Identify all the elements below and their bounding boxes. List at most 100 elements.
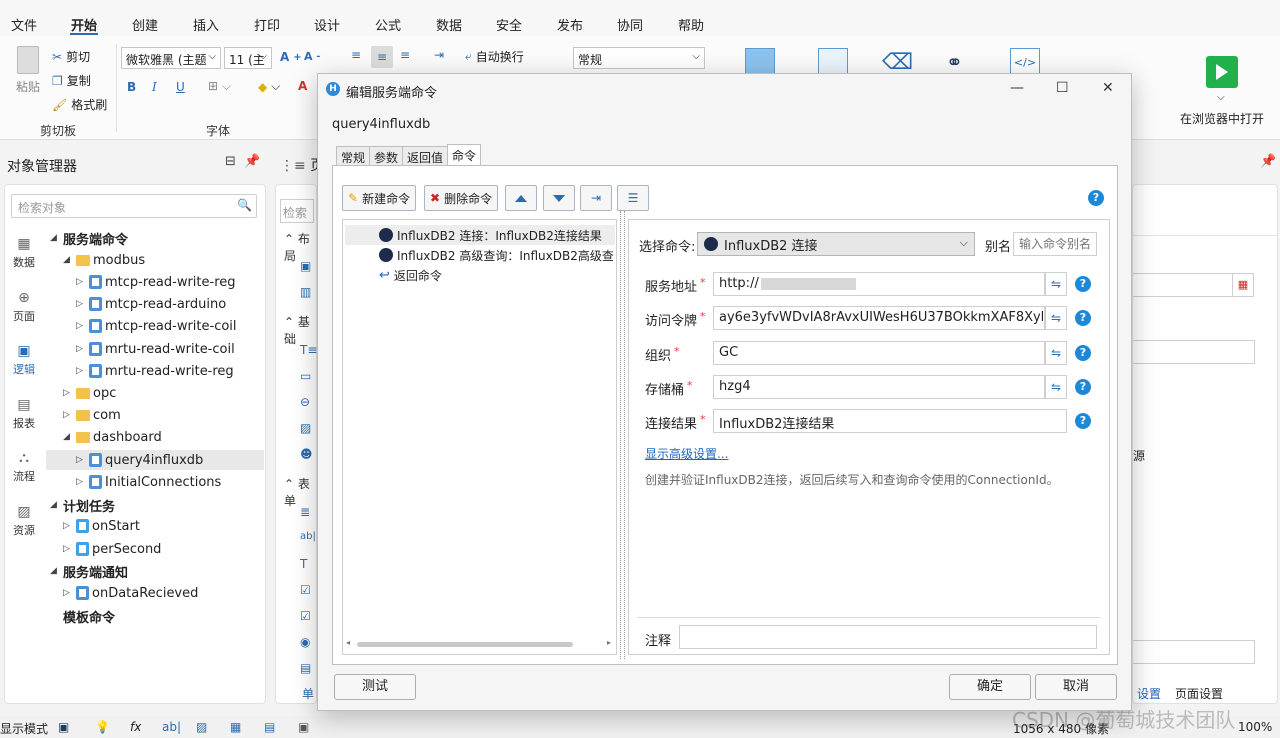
server-address-input[interactable]: http:// bbox=[713, 272, 1045, 296]
format-painter-button[interactable]: 🖌 格式刷 bbox=[52, 96, 107, 113]
menu-data[interactable]: 数据 bbox=[436, 15, 462, 34]
tree-server-notify[interactable]: ◢ 服务端通知 bbox=[50, 561, 128, 581]
test-button[interactable]: 测试 bbox=[334, 674, 416, 700]
collapse-icon[interactable]: ▷ bbox=[76, 455, 86, 465]
command-item[interactable]: ↩ 返回命令 bbox=[349, 265, 446, 285]
help-icon[interactable]: ? bbox=[1075, 310, 1091, 326]
menu-security[interactable]: 安全 bbox=[496, 15, 522, 34]
menu-design[interactable]: 设计 bbox=[314, 15, 340, 34]
align-bottom-icon[interactable]: ≡ bbox=[400, 48, 410, 62]
nav-resource[interactable]: ▨ 资源 bbox=[8, 504, 40, 538]
alias-input[interactable] bbox=[1013, 232, 1097, 256]
indent-button[interactable]: ⇥ bbox=[580, 185, 612, 211]
paste-button[interactable]: 粘贴 bbox=[12, 46, 44, 95]
outdent-button[interactable]: ☰ bbox=[617, 185, 649, 211]
binoculars-icon[interactable]: ⚭ bbox=[946, 50, 963, 74]
chevron-down-icon[interactable]: ⌵ bbox=[1217, 92, 1225, 103]
collapse-icon[interactable]: ▷ bbox=[76, 299, 86, 309]
code-icon[interactable]: </> bbox=[1010, 48, 1040, 76]
underline-button[interactable]: U bbox=[176, 80, 185, 94]
tree-folder-dashboard[interactable]: ◢ dashboard bbox=[63, 427, 162, 447]
image-icon[interactable]: ▨ bbox=[196, 720, 207, 734]
nav-data[interactable]: ▦ 数据 bbox=[8, 236, 40, 270]
collapse-icon[interactable]: ▷ bbox=[76, 344, 86, 354]
menu-help[interactable]: 帮助 bbox=[678, 15, 704, 34]
tree-folder-modbus[interactable]: ◢ modbus bbox=[63, 250, 145, 270]
tree-item[interactable]: ▷ mtcp-read-write-coil bbox=[76, 316, 237, 336]
chart-icon[interactable]: ▦ bbox=[230, 720, 241, 734]
collapse-icon[interactable]: ▷ bbox=[76, 366, 86, 376]
ok-button[interactable]: 确定 bbox=[949, 674, 1031, 700]
nav-flow[interactable]: ⛬ 流程 bbox=[8, 450, 40, 484]
cut-button[interactable]: ✂ 剪切 bbox=[52, 48, 90, 65]
menu-publish[interactable]: 发布 bbox=[557, 15, 583, 34]
close-icon[interactable]: ✕ bbox=[1102, 80, 1114, 96]
collapse-icon[interactable]: ▷ bbox=[76, 321, 86, 331]
table-icon[interactable] bbox=[745, 48, 775, 76]
terminal-icon[interactable]: ▣ bbox=[58, 720, 69, 734]
tree-item[interactable]: ▷ InitialConnections bbox=[76, 472, 221, 492]
property-input[interactable] bbox=[1133, 340, 1255, 364]
select-component-icon[interactable]: ▤ bbox=[300, 661, 311, 675]
image-component-icon[interactable]: ▨ bbox=[300, 421, 311, 435]
link-component-icon[interactable]: ⊖ bbox=[300, 395, 310, 409]
number-format-select[interactable]: 常规 ⌵ bbox=[573, 47, 705, 69]
collapse-icon[interactable]: ▷ bbox=[76, 477, 86, 487]
expand-icon[interactable]: ◢ bbox=[63, 432, 73, 442]
tree-item[interactable]: ▷ perSecond bbox=[63, 539, 161, 559]
tree-template-commands[interactable]: 模板命令 bbox=[50, 606, 115, 626]
component-icon[interactable]: ▣ bbox=[300, 259, 311, 273]
horizontal-scrollbar[interactable] bbox=[357, 642, 573, 647]
italic-button[interactable]: I bbox=[152, 80, 157, 94]
text-component-icon[interactable]: T≡ bbox=[300, 343, 317, 357]
help-icon[interactable]: ? bbox=[1088, 190, 1104, 206]
component-search-input[interactable]: 检索 bbox=[280, 199, 314, 223]
cancel-button[interactable]: 取消 bbox=[1035, 674, 1117, 700]
help-icon[interactable]: ? bbox=[1075, 413, 1091, 429]
label-icon[interactable]: ab| bbox=[162, 720, 181, 734]
connection-result-input[interactable]: InfluxDB2连接结果 bbox=[713, 409, 1067, 433]
component-icon[interactable]: ▥ bbox=[300, 285, 311, 299]
grid-icon[interactable] bbox=[818, 48, 848, 76]
help-icon[interactable]: ? bbox=[1075, 379, 1091, 395]
maximize-icon[interactable]: ☐ bbox=[1056, 80, 1069, 96]
tree-folder-com[interactable]: ▷ com bbox=[63, 405, 121, 425]
indent-icon[interactable]: ⇥ bbox=[434, 48, 444, 62]
bottom-tab[interactable]: 单 bbox=[302, 685, 314, 702]
textarea-component-icon[interactable]: T bbox=[300, 557, 307, 571]
select-command-dropdown[interactable]: InfluxDB2 连接 ⌵ bbox=[697, 232, 975, 256]
menu-home[interactable]: 开始 bbox=[71, 15, 97, 34]
button-component-icon[interactable]: ▭ bbox=[300, 369, 311, 383]
scroll-right-icon[interactable]: ▸ bbox=[607, 638, 611, 647]
font-name-select[interactable]: 微软雅黑 (主题 ⌵ bbox=[121, 47, 221, 69]
tree-item[interactable]: ▷ mrtu-read-write-coil bbox=[76, 339, 235, 359]
tree-item[interactable]: ▷ onDataRecieved bbox=[63, 583, 198, 603]
collapse-icon[interactable]: ▷ bbox=[63, 410, 73, 420]
command-item[interactable]: InfluxDB2 高级查询：InfluxDB2高级查 bbox=[349, 245, 618, 265]
property-input[interactable] bbox=[1133, 273, 1233, 297]
formula-button[interactable]: ⇋ bbox=[1045, 375, 1067, 399]
zoom-level[interactable]: 100% bbox=[1238, 720, 1272, 734]
textbox-component-icon[interactable]: ≣ bbox=[300, 505, 310, 519]
menu-print[interactable]: 打印 bbox=[254, 15, 280, 34]
move-up-button[interactable] bbox=[505, 185, 537, 211]
formula-button[interactable]: ⇋ bbox=[1045, 272, 1067, 296]
font-shrink-icon[interactable]: A- bbox=[304, 50, 320, 63]
property-input[interactable] bbox=[1133, 640, 1255, 664]
menu-collab[interactable]: 协同 bbox=[617, 15, 643, 34]
wrap-text-button[interactable]: ⤶ 自动换行 bbox=[465, 48, 524, 65]
menu-formula[interactable]: 公式 bbox=[375, 15, 401, 34]
checklist-component-icon[interactable]: ☑ bbox=[300, 609, 311, 623]
nav-report[interactable]: ▤ 报表 bbox=[8, 397, 40, 431]
label-component-icon[interactable]: ab| bbox=[300, 531, 316, 542]
eraser-icon[interactable]: ⌫ bbox=[882, 50, 913, 75]
tab-return-value[interactable]: 返回值 bbox=[402, 146, 448, 167]
border-icon[interactable]: ⊞ ⌵ bbox=[208, 79, 231, 94]
expand-icon[interactable]: ◢ bbox=[50, 233, 60, 243]
scroll-left-icon[interactable]: ◂ bbox=[346, 638, 350, 647]
show-advanced-link[interactable]: 显示高级设置... bbox=[645, 445, 728, 462]
pin-icon[interactable]: 📌 bbox=[1260, 154, 1276, 169]
collapse-icon[interactable]: ▷ bbox=[63, 388, 73, 398]
collapse-icon[interactable]: ⊟ bbox=[225, 154, 236, 169]
pin-icon[interactable]: 📌 bbox=[244, 154, 260, 169]
